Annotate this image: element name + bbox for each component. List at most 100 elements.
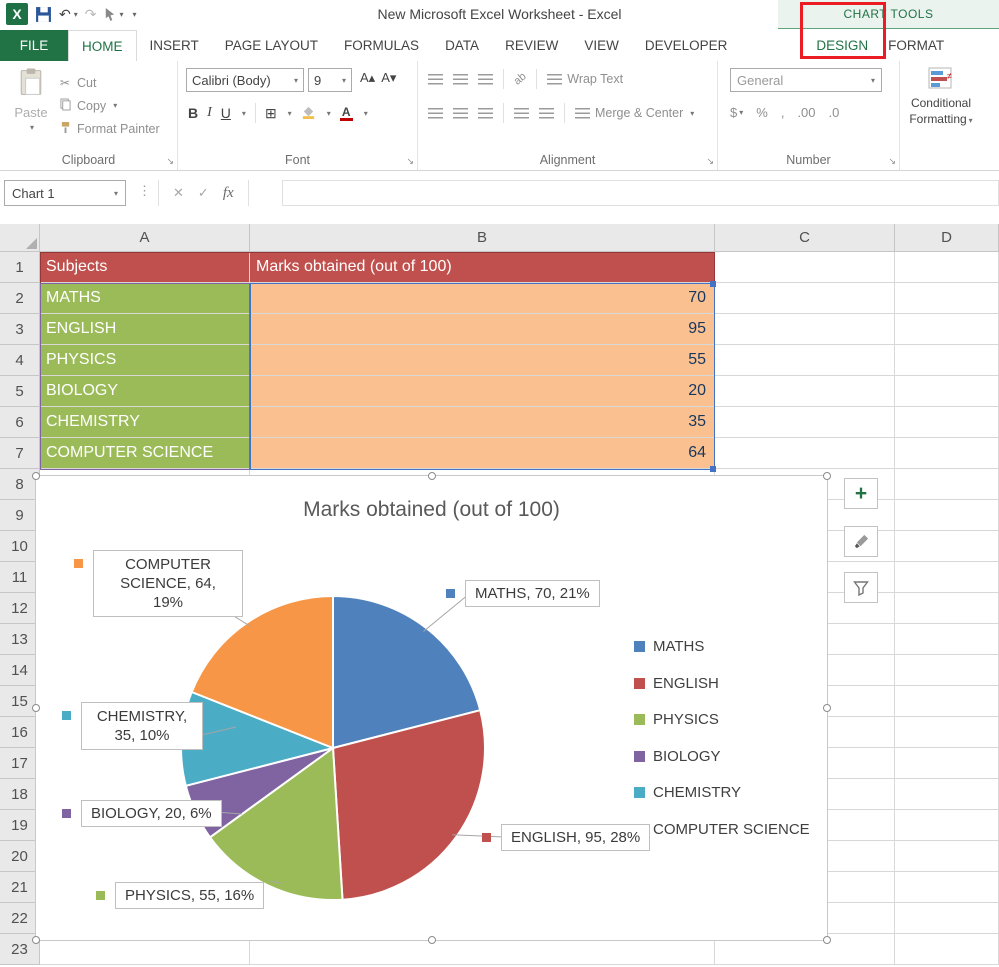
cell-A3[interactable]: ENGLISH xyxy=(40,314,250,345)
paste-button[interactable]: Paste ▾ xyxy=(6,67,56,145)
percent-style-button[interactable]: % xyxy=(756,105,768,120)
range-fill-handle[interactable] xyxy=(710,281,716,287)
cell-D1[interactable] xyxy=(895,252,999,283)
cell-C3[interactable] xyxy=(715,314,895,345)
name-box[interactable]: Chart 1 ▾ xyxy=(4,180,126,206)
cell-B3[interactable]: 95 xyxy=(250,314,715,345)
cell-D3[interactable] xyxy=(895,314,999,345)
formula-bar-resize-handle[interactable]: ⋮ xyxy=(138,183,151,199)
row-header-22[interactable]: 22 xyxy=(0,903,40,934)
cell-C4[interactable] xyxy=(715,345,895,376)
row-header-14[interactable]: 14 xyxy=(0,655,40,686)
row-header-9[interactable]: 9 xyxy=(0,500,40,531)
decrease-font-size-icon[interactable]: A▾ xyxy=(381,70,396,86)
row-header-20[interactable]: 20 xyxy=(0,841,40,872)
data-label-physics[interactable]: PHYSICS, 55, 16% xyxy=(96,882,264,909)
data-label-maths[interactable]: MATHS, 70, 21% xyxy=(446,580,600,607)
legend-item-english[interactable]: ENGLISH xyxy=(634,675,719,692)
font-dialog-launcher-icon[interactable]: ↘ xyxy=(406,156,414,167)
italic-button[interactable]: I xyxy=(207,105,212,121)
column-header-d[interactable]: D xyxy=(895,224,999,252)
chart-filters-button[interactable] xyxy=(844,572,878,603)
font-name-select[interactable]: Calibri (Body)▾ xyxy=(186,68,304,92)
cell-C7[interactable] xyxy=(715,438,895,469)
pie-chart[interactable]: Marks obtained (out of 100) MATHS, 70, 2… xyxy=(35,475,828,941)
cell-D2[interactable] xyxy=(895,283,999,314)
row-header-11[interactable]: 11 xyxy=(0,562,40,593)
row-header-4[interactable]: 4 xyxy=(0,345,40,376)
cell-A2[interactable]: MATHS xyxy=(40,283,250,314)
number-dialog-launcher-icon[interactable]: ↘ xyxy=(888,156,896,167)
legend-item-chemistry[interactable]: CHEMISTRY xyxy=(634,784,741,801)
row-header-7[interactable]: 7 xyxy=(0,438,40,469)
cell-D8[interactable] xyxy=(895,469,999,500)
tab-home[interactable]: HOME xyxy=(68,30,137,61)
row-header-1[interactable]: 1 xyxy=(0,252,40,283)
tab-review[interactable]: REVIEW xyxy=(492,30,571,61)
legend-item-maths[interactable]: MATHS xyxy=(634,638,704,655)
tab-page-layout[interactable]: PAGE LAYOUT xyxy=(212,30,331,61)
cell-C5[interactable] xyxy=(715,376,895,407)
tab-view[interactable]: VIEW xyxy=(571,30,632,61)
cell-D10[interactable] xyxy=(895,531,999,562)
cell-C6[interactable] xyxy=(715,407,895,438)
cancel-icon[interactable]: ✕ xyxy=(173,185,184,201)
cell-D17[interactable] xyxy=(895,748,999,779)
row-header-3[interactable]: 3 xyxy=(0,314,40,345)
row-header-12[interactable]: 12 xyxy=(0,593,40,624)
bold-button[interactable]: B xyxy=(188,105,198,121)
cell-D22[interactable] xyxy=(895,903,999,934)
chart-resize-handle[interactable] xyxy=(32,472,40,480)
chart-resize-handle[interactable] xyxy=(823,936,831,944)
cell-B4[interactable]: 55 xyxy=(250,345,715,376)
legend-item-biology[interactable]: BIOLOGY xyxy=(634,748,721,765)
format-as-table-button[interactable]: Fo xyxy=(984,67,999,112)
row-header-19[interactable]: 19 xyxy=(0,810,40,841)
font-color-icon[interactable]: A xyxy=(340,106,353,121)
enter-icon[interactable]: ✓ xyxy=(198,185,209,201)
chart-styles-button[interactable] xyxy=(844,526,878,557)
cell-D7[interactable] xyxy=(895,438,999,469)
font-size-select[interactable]: 9▾ xyxy=(308,68,352,92)
number-format-select[interactable]: General ▾ xyxy=(730,68,882,92)
row-header-15[interactable]: 15 xyxy=(0,686,40,717)
increase-indent-icon[interactable] xyxy=(539,108,554,119)
data-label-biology[interactable]: BIOLOGY, 20, 6% xyxy=(62,800,222,827)
tab-formulas[interactable]: FORMULAS xyxy=(331,30,432,61)
row-header-21[interactable]: 21 xyxy=(0,872,40,903)
merge-center-button[interactable]: Merge & Center ▾ xyxy=(575,106,694,120)
cell-D14[interactable] xyxy=(895,655,999,686)
cut-button[interactable]: ✂ Cut xyxy=(58,71,176,94)
cell-B2[interactable]: 70 xyxy=(250,283,715,314)
chart-resize-handle[interactable] xyxy=(32,936,40,944)
column-header-a[interactable]: A xyxy=(40,224,250,252)
increase-font-size-icon[interactable]: A▴ xyxy=(360,70,375,86)
tab-design[interactable]: DESIGN xyxy=(806,30,878,61)
cell-D11[interactable] xyxy=(895,562,999,593)
cell-D19[interactable] xyxy=(895,810,999,841)
orientation-icon[interactable]: ab xyxy=(512,70,529,87)
row-header-17[interactable]: 17 xyxy=(0,748,40,779)
borders-icon[interactable]: ⊞ xyxy=(265,105,277,122)
cell-D6[interactable] xyxy=(895,407,999,438)
cell-D21[interactable] xyxy=(895,872,999,903)
chart-elements-button[interactable]: + xyxy=(844,478,878,509)
cell-D23[interactable] xyxy=(895,934,999,965)
select-all-button[interactable] xyxy=(0,224,40,252)
wrap-text-button[interactable]: Wrap Text xyxy=(547,72,623,86)
alignment-dialog-launcher-icon[interactable]: ↘ xyxy=(706,156,714,167)
range-fill-handle[interactable] xyxy=(710,466,716,472)
cell-A5[interactable]: BIOLOGY xyxy=(40,376,250,407)
data-label-chemistry[interactable]: CHEMISTRY, 35, 10% xyxy=(62,702,203,750)
cell-B7[interactable]: 64 xyxy=(250,438,715,469)
cell-D15[interactable] xyxy=(895,686,999,717)
row-header-18[interactable]: 18 xyxy=(0,779,40,810)
legend-item-physics[interactable]: PHYSICS xyxy=(634,711,719,728)
cell-A4[interactable]: PHYSICS xyxy=(40,345,250,376)
cell-D18[interactable] xyxy=(895,779,999,810)
tab-data[interactable]: DATA xyxy=(432,30,492,61)
cell-D13[interactable] xyxy=(895,624,999,655)
cell-D4[interactable] xyxy=(895,345,999,376)
data-label-computer-science[interactable]: COMPUTER SCIENCE, 64, 19% xyxy=(74,550,243,617)
chart-resize-handle[interactable] xyxy=(823,472,831,480)
